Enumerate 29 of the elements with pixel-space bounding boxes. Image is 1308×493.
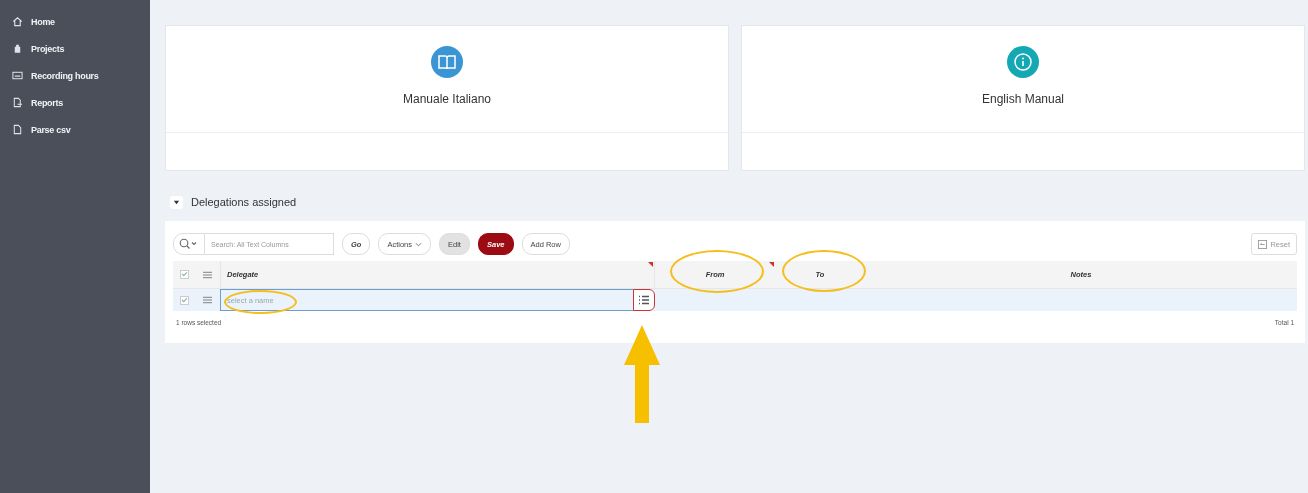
select-all-checkbox[interactable] (179, 270, 189, 279)
building-icon (12, 43, 23, 54)
chevron-down-icon (415, 241, 423, 247)
collapse-toggle[interactable] (170, 195, 183, 209)
menu-icon[interactable] (203, 270, 212, 279)
row-checkbox[interactable] (179, 295, 189, 305)
card-title: English Manual (981, 92, 1065, 106)
home-icon (12, 16, 23, 27)
list-icon (638, 295, 650, 305)
nav-item[interactable]: Recording hours (0, 62, 150, 89)
reset-icon (1258, 239, 1268, 249)
search-icon (179, 238, 199, 250)
corner-marker-icon (648, 262, 653, 267)
region-title: Delegations assigned (191, 196, 297, 208)
document-chart-icon (12, 97, 23, 108)
row-menu-icon[interactable] (203, 296, 212, 304)
keyboard-icon (12, 70, 23, 81)
nav-item[interactable]: Home (0, 8, 150, 35)
card-title: Manuale Italiano (402, 92, 492, 106)
corner-marker-icon (769, 262, 774, 267)
nav-item[interactable]: Reports (0, 89, 150, 116)
nav-item[interactable]: Parse csv (0, 116, 150, 143)
search-column-button[interactable] (173, 233, 205, 255)
document-icon (12, 124, 23, 135)
manual-card[interactable]: English Manual (741, 25, 1305, 171)
list-picker-button[interactable] (633, 289, 655, 311)
caret-icon (173, 198, 180, 206)
nav-item[interactable]: Projects (0, 35, 150, 62)
manual-card[interactable]: Manuale Italiano (165, 25, 729, 171)
